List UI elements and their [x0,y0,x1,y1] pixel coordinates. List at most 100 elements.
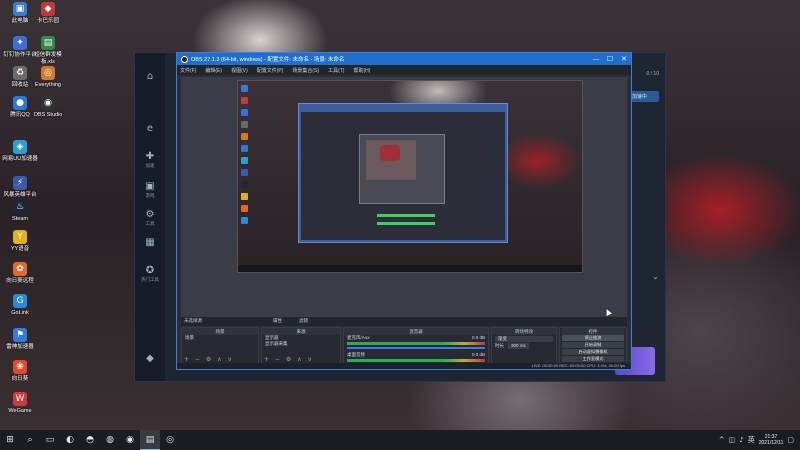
start-button[interactable]: ⊞ [0,430,20,450]
launcher-sidebar-item[interactable]: ✚ 加速 [138,151,162,169]
clock-date: 2021/12/11 [758,440,784,446]
launcher-sidebar-label: 游戏 [145,193,155,198]
taskbar-app-icon[interactable]: ◉ [120,430,140,450]
mixer-track-name: 桌面音频 [347,352,365,357]
desktop-icon[interactable]: ❀ 向日葵 [2,360,38,383]
desktop-icon-label: 风暴英雄平台 [3,192,37,198]
sources-header: 来源 [262,328,340,335]
desktop-icon[interactable]: ⚑ 雷神加速器 [2,328,38,351]
filters-button[interactable]: 滤镜 [299,318,308,324]
source-toolbar: 未选择源 属性 滤镜 [181,317,627,326]
desktop-icon[interactable]: ◆ 卡巴乐园 [30,2,66,25]
desktop-app-icon: ◆ [41,2,55,16]
maximize-button[interactable]: ☐ [603,55,617,63]
desktop-icon[interactable]: ◎ Everything [30,66,66,89]
menu-help[interactable]: 帮助(H) [353,67,370,74]
desktop-app-icon: ♻ [13,66,27,80]
search-icon[interactable]: ⌕ [20,430,40,450]
task-view-icon[interactable]: ▭ [40,430,60,450]
chevron-down-icon[interactable]: ⌄ [629,272,659,281]
desktop-icon[interactable]: ✿ 向日葵远程 [2,262,38,285]
desktop-icon[interactable]: W WeGame [2,392,38,415]
taskbar-obs-icon[interactable]: ▤ [140,430,160,450]
launcher-sidebar-icon: ▣ [145,181,155,192]
mixer-track-db: 0.0 dB [471,335,485,340]
tray-up-arrow-icon[interactable]: ^ [719,436,725,444]
sources-toolbar[interactable]: + − ⚙ ∧ ∨ [264,356,314,363]
desktop-app-icon: ◎ [41,66,55,80]
mixer-track-name: 麦克风/Aux [347,335,370,340]
desktop-icon[interactable]: ♨ Steam [2,200,38,223]
transition-duration: 时长 300 ms [492,343,556,349]
mixer-panel: 混音器 麦克风/Aux 0.0 dB 桌面音频 0.0 dB [343,327,489,365]
clock[interactable]: 21:37 2021/12/11 [759,434,784,446]
close-button[interactable]: ✕ [617,55,631,63]
virtual-camera-button[interactable]: 启动虚拟摄像机 [562,349,624,355]
network-icon[interactable]: ◫ [729,436,736,444]
scenes-panel: 场景 场景 + − ⚙ ∧ ∨ [181,327,259,365]
desktop-icon[interactable]: ▤ 短信群发模板.xls [30,36,66,66]
desktop-icon[interactable]: ◈ 网易UU加速器 [2,140,38,163]
studio-mode-button[interactable]: 工作室模式 [562,356,624,362]
desktop-icon[interactable]: ◉ OBS Studio [30,96,66,119]
duration-input[interactable]: 300 ms [508,343,529,349]
taskbar-app-icon[interactable]: ◎ [160,430,180,450]
mixer-header: 混音器 [344,328,488,335]
launcher-sidebar-item[interactable]: ▦ [138,237,162,249]
scenes-header: 场景 [182,328,258,335]
desktop-app-icon: W [13,392,27,406]
transitions-header: 转场特效 [492,328,556,335]
taskbar-app-icon[interactable]: ◓ [80,430,100,450]
source-item[interactable]: 显示器采集 [262,341,340,347]
controls-header: 控件 [562,328,624,335]
mixer-track: 麦克风/Aux 0.0 dB [344,335,488,341]
launcher-sidebar-label: 加速 [145,163,155,168]
menu-profile[interactable]: 配置文件(P) [257,67,284,74]
menu-tools[interactable]: 工具(T) [328,67,344,74]
minimize-button[interactable]: — [589,55,603,63]
taskbar-app-icon[interactable]: ◐ [60,430,80,450]
desktop-icon[interactable]: ⚡ 风暴英雄平台 [2,176,38,199]
launcher-accelerate-button[interactable]: 加速中 [629,91,659,102]
launcher-sidebar-item[interactable]: ✪ 热门工具 [138,265,162,283]
start-recording-button[interactable]: 开始录制 [562,342,624,348]
properties-button[interactable]: 属性 [273,318,282,324]
ime-indicator[interactable]: 英 [748,435,755,445]
desktop-icon[interactable]: G GoLink [2,294,38,317]
launcher-sidebar-item[interactable]: ◆ [138,353,162,365]
preview-meter [377,222,435,225]
preview-red-figure [380,145,400,161]
menu-file[interactable]: 文件(F) [180,67,196,74]
launcher-sidebar-icon: ⚙ [145,209,155,220]
desktop-app-icon: Y [13,230,27,244]
launcher-sidebar-item[interactable]: ⚙ 工具 [138,209,162,227]
desktop-icon-label: 卡巴乐园 [36,18,59,24]
desktop-app-icon: ♨ [13,200,27,214]
desktop-app-icon: ● [13,96,27,110]
notification-icon[interactable]: ▢ [787,436,794,444]
preview-capture-level1 [237,80,583,273]
volume-slider[interactable] [347,347,485,349]
launcher-sidebar-item[interactable]: ⌂ [138,71,162,83]
scenes-toolbar[interactable]: + − ⚙ ∧ ∨ [184,356,234,363]
desktop-icon[interactable]: Y YY语音 [2,230,38,253]
menu-view[interactable]: 视图(V) [231,67,248,74]
preview-meter [377,214,435,217]
launcher-sidebar-icon: ▦ [145,237,155,248]
menu-scene-collection[interactable]: 场景集合(S) [292,67,319,74]
stop-streaming-button[interactable]: 停止推流 [562,335,624,341]
launcher-sidebar-item[interactable]: ▣ 游戏 [138,181,162,199]
transition-select[interactable]: 渐变 [495,336,553,342]
mixer-track-db: 0.0 dB [471,352,485,357]
obs-titlebar: OBS 27.1.3 (64-bit, windows) - 配置文件: 未命名… [177,53,631,65]
desktop-icon-label: 雷神加速器 [6,344,34,350]
obs-preview[interactable] [181,77,627,325]
launcher-sidebar-item[interactable]: e [138,123,162,135]
obs-docks: 场景 场景 + − ⚙ ∧ ∨ 来源 显示器 显示器采集 + − ⚙ ∧ ∨ 混… [181,327,627,365]
preview-taskbar [238,265,582,272]
volume-icon[interactable]: ♪ [739,436,743,444]
taskbar-app-icon[interactable]: ◍ [100,430,120,450]
scene-item[interactable]: 场景 [182,335,258,341]
menu-edit[interactable]: 编辑(E) [205,67,222,74]
obs-menubar: 文件(F) 编辑(E) 视图(V) 配置文件(P) 场景集合(S) 工具(T) … [177,65,631,75]
